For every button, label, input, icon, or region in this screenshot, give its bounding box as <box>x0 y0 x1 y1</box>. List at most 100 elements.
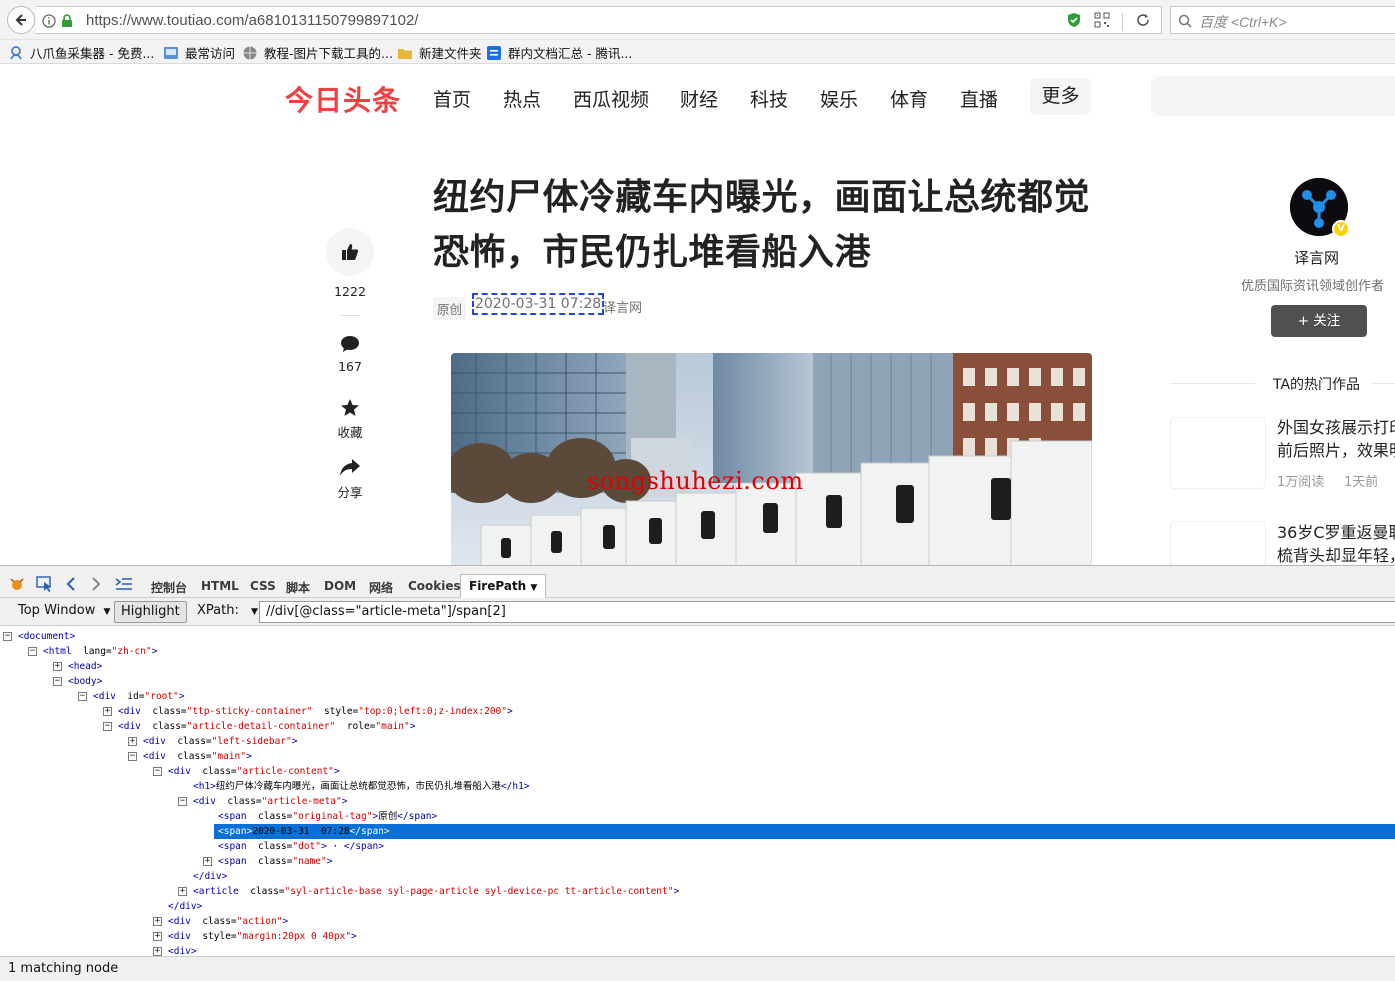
tab-css[interactable]: CSS <box>250 579 276 593</box>
nav-more-button[interactable]: 更多 <box>1030 78 1091 115</box>
dom-node[interactable]: <div> <box>168 944 197 956</box>
collapse-toggle-icon[interactable]: − <box>128 752 137 761</box>
nav-hot[interactable]: 热点 <box>503 85 541 112</box>
dom-node[interactable]: <div class="left-sidebar"> <box>143 734 297 749</box>
tab-script[interactable]: 脚本 <box>286 579 310 596</box>
dom-node[interactable]: <span class="dot"> · </span> <box>218 839 384 854</box>
divider <box>1372 383 1395 384</box>
octopus-icon <box>8 45 24 61</box>
inspect-icon[interactable] <box>36 576 54 596</box>
browser-toolbar: https://www.toutiao.com/a681013115079989… <box>0 0 1395 40</box>
qr-code-icon[interactable] <box>1094 12 1110 32</box>
bookmark-bazhuayu[interactable]: 八爪鱼采集器 - 免费... <box>8 43 154 62</box>
dom-node[interactable]: <h1>纽约尸体冷藏车内曝光，画面让总统都觉恐怖，市民仍扎堆看船入港</h1> <box>193 779 530 794</box>
dom-node[interactable]: <span class="name"> <box>218 854 332 869</box>
site-search-input[interactable] <box>1151 76 1395 116</box>
tab-dom[interactable]: DOM <box>324 579 356 593</box>
article-title-line2: 恐怖，市民仍扎堆看船入港 <box>433 232 872 273</box>
expand-toggle-icon[interactable]: + <box>153 932 162 941</box>
nav-xigua-video[interactable]: 西瓜视频 <box>573 85 649 112</box>
bookmark-most-visited[interactable]: 最常访问 <box>163 43 235 62</box>
tab-firepath[interactable]: FirePath ▼ <box>460 574 547 599</box>
divider <box>340 315 360 316</box>
expand-toggle-icon[interactable]: + <box>153 947 162 956</box>
dom-node[interactable]: <head> <box>68 659 102 674</box>
back-button[interactable] <box>7 6 35 34</box>
expand-toggle-icon[interactable]: + <box>178 887 187 896</box>
author-name[interactable]: 译言网 <box>1294 247 1339 268</box>
dropdown-arrow-icon: ▼ <box>250 607 258 617</box>
browser-search-box[interactable]: 百度 <Ctrl+K> <box>1170 6 1395 34</box>
dom-node[interactable]: </div> <box>168 899 202 914</box>
tab-html[interactable]: HTML <box>201 579 239 593</box>
dom-node[interactable]: <article class="syl-article-base syl-pag… <box>193 884 679 899</box>
tab-cookies[interactable]: Cookies <box>408 579 461 593</box>
xpath-selector-dropdown[interactable]: XPath: ▼ <box>191 601 264 623</box>
xpath-input[interactable]: //div[@class="article-meta"]/span[2] <box>259 601 1395 623</box>
follow-button[interactable]: + 关注 <box>1271 305 1367 337</box>
like-button[interactable]: 1222 <box>326 228 374 299</box>
refrigerated-trucks-photo: songshuhezi.com <box>451 353 1092 565</box>
expand-toggle-icon[interactable]: + <box>153 917 162 926</box>
dom-node[interactable]: <div class="main"> <box>143 749 252 764</box>
dom-node[interactable]: <div class="article-detail-container" ro… <box>118 719 415 734</box>
hot-item-title[interactable]: 外国女孩展示打印 前后照片，效果明 <box>1277 416 1395 462</box>
bookmark-label: 教程-图片下载工具的... <box>264 46 393 61</box>
expand-toggle-icon[interactable]: + <box>53 662 62 671</box>
highlight-toggle[interactable]: Highlight <box>114 601 187 623</box>
nav-finance[interactable]: 财经 <box>680 85 718 112</box>
share-button[interactable]: 分享 <box>326 458 374 501</box>
collect-button[interactable]: 收藏 <box>326 398 374 441</box>
dom-node[interactable]: <div class="article-content"> <box>168 764 340 779</box>
nav-sports[interactable]: 体育 <box>890 85 928 112</box>
chevron-left-icon[interactable] <box>66 576 76 595</box>
dom-node[interactable]: <body> <box>68 674 102 689</box>
shield-check-icon[interactable] <box>1066 12 1082 32</box>
collapse-toggle-icon[interactable]: − <box>53 677 62 686</box>
article-source[interactable]: 译言网 <box>603 297 642 316</box>
collapse-toggle-icon[interactable]: − <box>28 647 37 656</box>
nav-home[interactable]: 首页 <box>433 85 471 112</box>
bookmark-tutorial[interactable]: 教程-图片下载工具的... <box>242 43 393 62</box>
dom-node[interactable]: <html lang="zh-cn"> <box>43 644 157 659</box>
firebug-icon[interactable] <box>9 576 25 595</box>
dom-node[interactable]: <document> <box>18 629 75 644</box>
collapse-toggle-icon[interactable]: − <box>103 722 112 731</box>
expand-toggle-icon[interactable]: + <box>128 737 137 746</box>
dom-node[interactable]: </div> <box>193 869 227 884</box>
reload-icon[interactable] <box>1135 12 1151 32</box>
hot-item-title[interactable]: 36岁C罗重返曼联 梳背头却显年轻， <box>1277 521 1395 565</box>
bookmark-docs[interactable]: 群内文档汇总 - 腾讯... <box>486 43 632 62</box>
collapse-toggle-icon[interactable]: − <box>78 692 87 701</box>
nav-tech[interactable]: 科技 <box>750 85 788 112</box>
tab-network[interactable]: 网络 <box>369 579 393 596</box>
nav-live[interactable]: 直播 <box>960 85 998 112</box>
hot-item-thumbnail[interactable] <box>1170 417 1266 489</box>
dom-node[interactable]: <div class="article-meta"> <box>193 794 347 809</box>
comment-button[interactable]: 167 <box>326 335 374 374</box>
bookmark-new-folder[interactable]: 新建文件夹 <box>397 43 482 62</box>
dom-node[interactable]: <span class="original-tag">原创</span> <box>218 809 437 824</box>
expand-toggle-icon[interactable]: + <box>203 857 212 866</box>
status-bar: 1 matching node <box>0 956 1395 981</box>
dom-node[interactable]: <div class="action"> <box>168 914 288 929</box>
collapse-toggle-icon[interactable]: − <box>3 632 12 641</box>
tab-console[interactable]: 控制台 <box>151 579 187 596</box>
dom-node-selected[interactable]: <span>2020-03-31 07:28</span> <box>214 824 1395 839</box>
top-window-dropdown[interactable]: Top Window ▼ <box>12 601 116 623</box>
hot-item-thumbnail[interactable] <box>1170 521 1266 565</box>
site-logo[interactable]: 今日头条 <box>285 79 401 119</box>
divider <box>1170 383 1255 384</box>
expand-toggle-icon[interactable]: + <box>103 707 112 716</box>
info-icon[interactable] <box>42 13 56 32</box>
dom-node[interactable]: <div style="margin:20px 0 40px"> <box>168 929 357 944</box>
collapse-toggle-icon[interactable]: − <box>153 767 162 776</box>
collapse-toggle-icon[interactable]: − <box>178 797 187 806</box>
command-line-icon[interactable] <box>115 576 133 595</box>
nav-entertainment[interactable]: 娱乐 <box>820 85 858 112</box>
back-arrow-icon <box>15 14 26 26</box>
dom-node[interactable]: <div class="ttp-sticky-container" style=… <box>118 704 513 719</box>
dom-node[interactable]: <div id="root"> <box>93 689 185 704</box>
chevron-right-icon[interactable] <box>91 576 101 595</box>
address-bar[interactable]: https://www.toutiao.com/a681013115079989… <box>36 6 1162 34</box>
